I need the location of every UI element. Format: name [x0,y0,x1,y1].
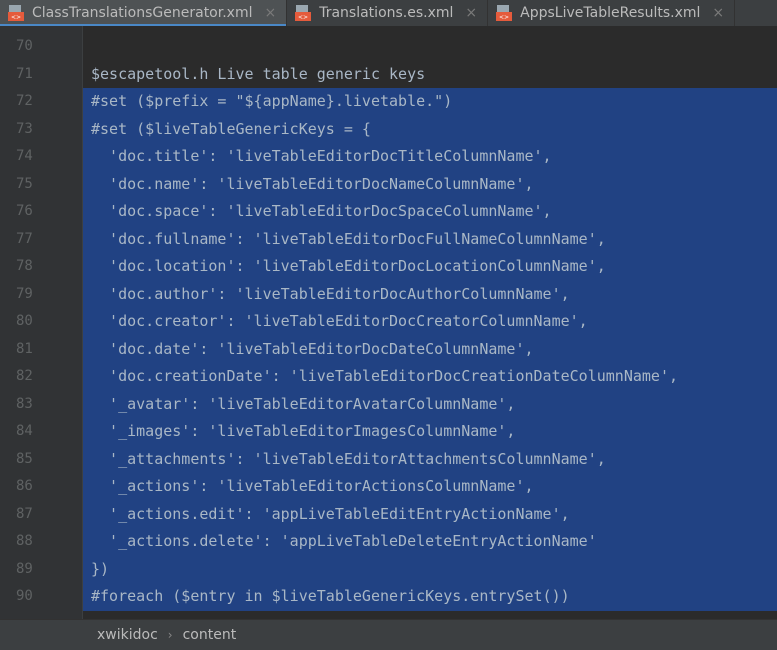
code-text: }) [91,559,110,578]
tab-label: ClassTranslationsGenerator.xml [32,5,253,21]
code-line[interactable]: 75 'doc.name': 'liveTableEditorDocNameCo… [0,170,777,198]
tab-translations-es[interactable]: <> Translations.es.xml × [287,0,489,26]
close-icon[interactable]: × [264,5,276,21]
breadcrumb: xwikidoc › content [0,619,777,650]
line-number: 84 [16,423,33,439]
code-line[interactable]: 74 'doc.title': 'liveTableEditorDocTitle… [0,143,777,171]
code-editor[interactable]: 70 71 $escapetool.h Live table generic key… [0,26,777,619]
breadcrumb-item-xwikidoc[interactable]: xwikidoc [97,627,158,643]
xml-file-icon: <> [295,4,312,22]
code-line[interactable]: 88 '_actions.delete': 'appLiveTableDelet… [0,528,777,556]
code-text: 'doc.author': 'liveTableEditorDocAuthorC… [91,284,570,303]
tab-classtranslationsgenerator[interactable]: <> ClassTranslationsGenerator.xml × [0,0,288,27]
code-text: 'doc.fullname': 'liveTableEditorDocFullN… [91,229,606,248]
svg-text:<>: <> [11,14,21,21]
code-line[interactable]: 86 '_actions': 'liveTableEditorActionsCo… [0,473,777,501]
code-text: '_actions.delete': 'appLiveTableDeleteEn… [91,532,597,550]
code-text: '_images': 'liveTableEditorImagesColumnN… [91,422,516,440]
code-text: '_attachments': 'liveTableEditorAttachme… [91,449,606,468]
code-text: 'doc.title': 'liveTableEditorDocTitleCol… [91,147,552,165]
line-number: 86 [16,478,33,494]
line-number: 77 [16,230,33,247]
code-text: 'doc.name': 'liveTableEditorDocNameColum… [91,174,534,193]
code-text: #foreach ($entry in $liveTableGenericKey… [91,587,570,605]
code-text: 'doc.creationDate': 'liveTableEditorDocC… [91,367,678,385]
tab-label: Translations.es.xml [319,5,454,21]
chevron-right-icon: › [167,628,173,642]
line-number: 74 [16,148,33,164]
code-line[interactable]: 78 'doc.location': 'liveTableEditorDocLo… [0,253,777,281]
code-line[interactable]: 84 '_images': 'liveTableEditorImagesColu… [0,418,777,446]
line-number: 70 [16,38,33,54]
code-line[interactable]: 70 [0,33,777,61]
close-icon[interactable]: × [712,5,724,21]
line-number: 71 [16,65,33,82]
tab-appslivetableresults[interactable]: <> AppsLiveTableResults.xml × [488,0,736,26]
code-line[interactable]: 80 'doc.creator': 'liveTableEditorDocCre… [0,308,777,336]
line-number: 85 [16,450,33,467]
line-number: 83 [16,395,33,412]
svg-text:<>: <> [298,14,308,21]
code-line[interactable]: 76 'doc.space': 'liveTableEditorDocSpace… [0,198,777,226]
code-line[interactable]: 77 'doc.fullname': 'liveTableEditorDocFu… [0,225,777,253]
line-number: 72 [16,93,33,109]
code-line[interactable]: 89}) [0,555,777,583]
line-number: 82 [16,368,33,384]
code-line[interactable]: 87 '_actions.edit': 'appLiveTableEditEnt… [0,500,777,528]
code-text: '_actions': 'liveTableEditorActionsColum… [91,477,534,495]
editor-tab-bar: <> ClassTranslationsGenerator.xml × <> T… [0,0,777,27]
line-number: 75 [16,175,33,192]
code-text: #set ($prefix = "${appName}.livetable.") [91,92,453,110]
code-text: #set ($liveTableGenericKeys = { [91,119,371,138]
code-line[interactable]: 85 '_attachments': 'liveTableEditorAttac… [0,445,777,473]
code-line[interactable]: 72 #set ($prefix = "${appName}.livetable.… [0,88,777,116]
line-number: 87 [16,505,33,522]
code-text: 'doc.creator': 'liveTableEditorDocCreato… [91,312,588,330]
svg-text:<>: <> [499,14,509,21]
code-line[interactable]: 71 $escapetool.h Live table generic keys [0,61,777,89]
line-number: 79 [16,285,33,302]
line-number: 90 [16,588,33,604]
code-line[interactable]: 82 'doc.creationDate': 'liveTableEditorD… [0,363,777,391]
line-number: 78 [16,258,33,274]
xml-file-icon: <> [8,4,24,22]
code-text: $escapetool.h Live table generic keys [91,64,426,83]
line-number: 81 [16,340,33,357]
line-number: 80 [16,313,33,329]
code-line[interactable]: 73 #set ($liveTableGenericKeys = { [0,115,777,143]
code-line[interactable]: 79 'doc.author': 'liveTableEditorDocAuth… [0,280,777,308]
line-number: 76 [16,203,33,219]
code-text: 'doc.date': 'liveTableEditorDocDateColum… [91,339,534,358]
line-number: 88 [16,533,33,549]
breadcrumb-item-content[interactable]: content [183,627,237,643]
line-number: 89 [16,560,33,577]
code-line[interactable]: 81 'doc.date': 'liveTableEditorDocDateCo… [0,335,777,363]
xml-file-icon: <> [496,4,513,22]
selection-highlight [83,555,777,583]
code-text: '_avatar': 'liveTableEditorAvatarColumnN… [91,394,516,413]
code-text: '_actions.edit': 'appLiveTableEditEntryA… [91,504,570,523]
tab-label: AppsLiveTableResults.xml [520,5,701,21]
close-icon[interactable]: × [465,5,477,21]
code-text: 'doc.space': 'liveTableEditorDocSpaceCol… [91,202,552,220]
code-line[interactable]: 90 #foreach ($entry in $liveTableGenericK… [0,583,777,611]
code-line[interactable]: 83 '_avatar': 'liveTableEditorAvatarColu… [0,390,777,418]
code-text: 'doc.location': 'liveTableEditorDocLocat… [91,257,606,275]
line-number: 73 [16,120,33,137]
